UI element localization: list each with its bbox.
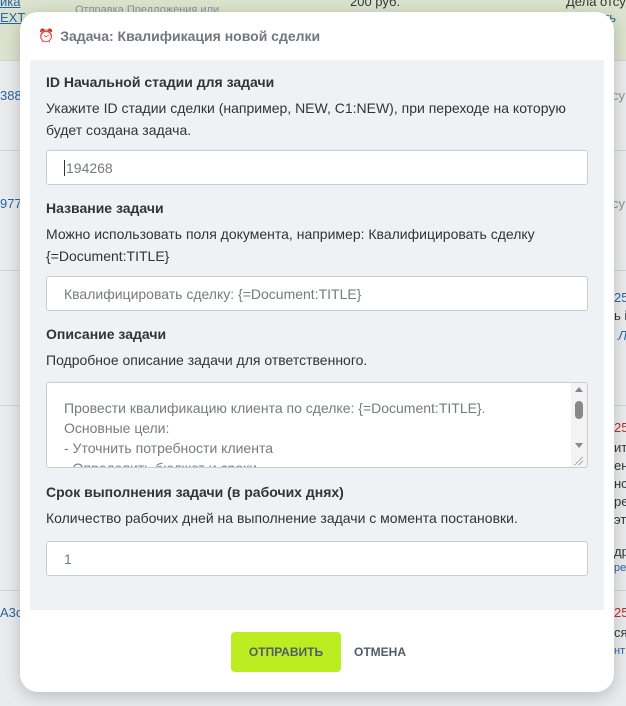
task-dialog: ⏰ Задача: Квалификация новой сделки ID Н… bbox=[20, 12, 614, 692]
task-name-input[interactable]: Квалифицировать сделку: {=Document:TITLE… bbox=[46, 276, 588, 311]
stage-id-label: ID Начальной стадии для задачи bbox=[46, 74, 275, 90]
scroll-thumb[interactable] bbox=[575, 401, 583, 419]
stage-id-value: 194268 bbox=[66, 159, 113, 176]
dialog-title-text: Задача: Квалификация новой сделки bbox=[60, 28, 321, 44]
dialog-title: ⏰ Задача: Квалификация новой сделки bbox=[38, 28, 320, 44]
cancel-button[interactable]: ОТМЕНА bbox=[354, 632, 406, 672]
task-description-hint: Подробное описание задачи для ответствен… bbox=[46, 352, 368, 368]
scroll-down-icon[interactable] bbox=[575, 443, 583, 448]
stage-id-input[interactable]: 194268 bbox=[46, 150, 588, 185]
scroll-up-icon[interactable] bbox=[575, 387, 583, 392]
deadline-label: Срок выполнения задачи (в рабочих днях) bbox=[46, 484, 344, 500]
alarm-clock-icon: ⏰ bbox=[38, 28, 55, 43]
stage-id-hint: Укажите ID стадии сделки (например, NEW,… bbox=[46, 100, 566, 138]
task-name-hint: Можно использовать поля документа, напри… bbox=[46, 226, 535, 264]
resize-handle-icon[interactable] bbox=[573, 455, 583, 465]
submit-button[interactable]: ОТПРАВИТЬ bbox=[231, 632, 341, 672]
deadline-hint: Количество рабочих дней на выполнение за… bbox=[46, 510, 518, 526]
task-description-value: Провести квалификацию клиента по сделке:… bbox=[64, 400, 486, 468]
form-panel: ID Начальной стадии для задачи Укажите I… bbox=[30, 60, 604, 610]
task-description-label: Описание задачи bbox=[46, 326, 167, 342]
textarea-scrollbar[interactable] bbox=[571, 383, 587, 467]
deadline-input[interactable]: 1 bbox=[46, 541, 588, 576]
task-name-label: Название задачи bbox=[46, 200, 164, 216]
task-description-textarea[interactable]: Провести квалификацию клиента по сделке:… bbox=[46, 382, 588, 468]
